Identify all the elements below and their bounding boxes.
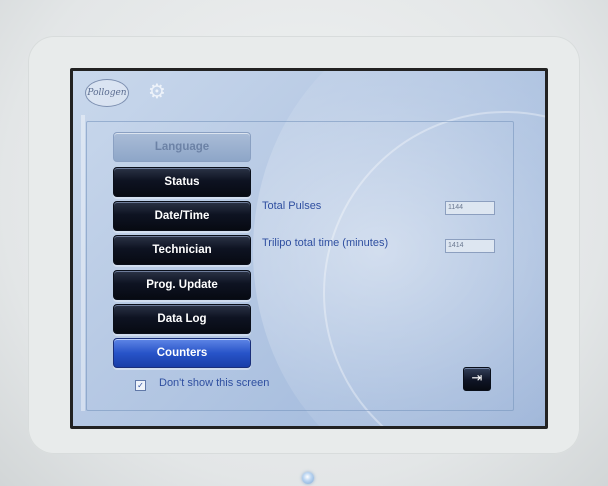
dont-show-checkbox[interactable]: ✓ [135, 380, 146, 391]
logo-text: Pollogen [87, 88, 127, 98]
power-indicator-light [302, 472, 314, 484]
menu-button-label: Language [154, 141, 210, 153]
touch-screen: Pollogen ⚙ Language Status Date/Time Tec… [73, 71, 545, 426]
dont-show-label[interactable]: Don't show this screen [159, 377, 269, 389]
menu-button-technician[interactable]: Technician [113, 235, 251, 265]
menu-button-status[interactable]: Status [113, 167, 251, 197]
exit-button[interactable]: ⇥ [463, 367, 491, 391]
menu-button-date-time[interactable]: Date/Time [113, 201, 251, 231]
menu-button-data-log[interactable]: Data Log [113, 304, 251, 334]
menu-button-label: Prog. Update [146, 279, 218, 291]
trilipo-time-label: Trilipo total time (minutes) [262, 237, 389, 249]
trilipo-time-value: 1414 [445, 239, 495, 253]
panel-edge [81, 115, 85, 411]
total-pulses-value: 1144 [445, 201, 495, 215]
menu-button-label: Counters [156, 347, 208, 359]
menu-button-label: Technician [152, 244, 212, 256]
gear-icon: ⚙ [148, 79, 166, 103]
menu-button-language[interactable]: Language [113, 132, 251, 162]
device-body: Pollogen ⚙ Language Status Date/Time Tec… [0, 0, 608, 486]
menu-button-counters[interactable]: Counters [113, 338, 251, 368]
pollogen-logo: Pollogen [85, 79, 129, 107]
menu-button-prog-update[interactable]: Prog. Update [113, 270, 251, 300]
menu-button-label: Data Log [157, 313, 207, 325]
total-pulses-label: Total Pulses [262, 200, 322, 212]
menu-button-label: Status [164, 176, 200, 188]
checkmark-icon: ✓ [137, 381, 144, 390]
menu-button-label: Date/Time [154, 210, 210, 222]
exit-arrow-icon: ⇥ [471, 371, 483, 386]
